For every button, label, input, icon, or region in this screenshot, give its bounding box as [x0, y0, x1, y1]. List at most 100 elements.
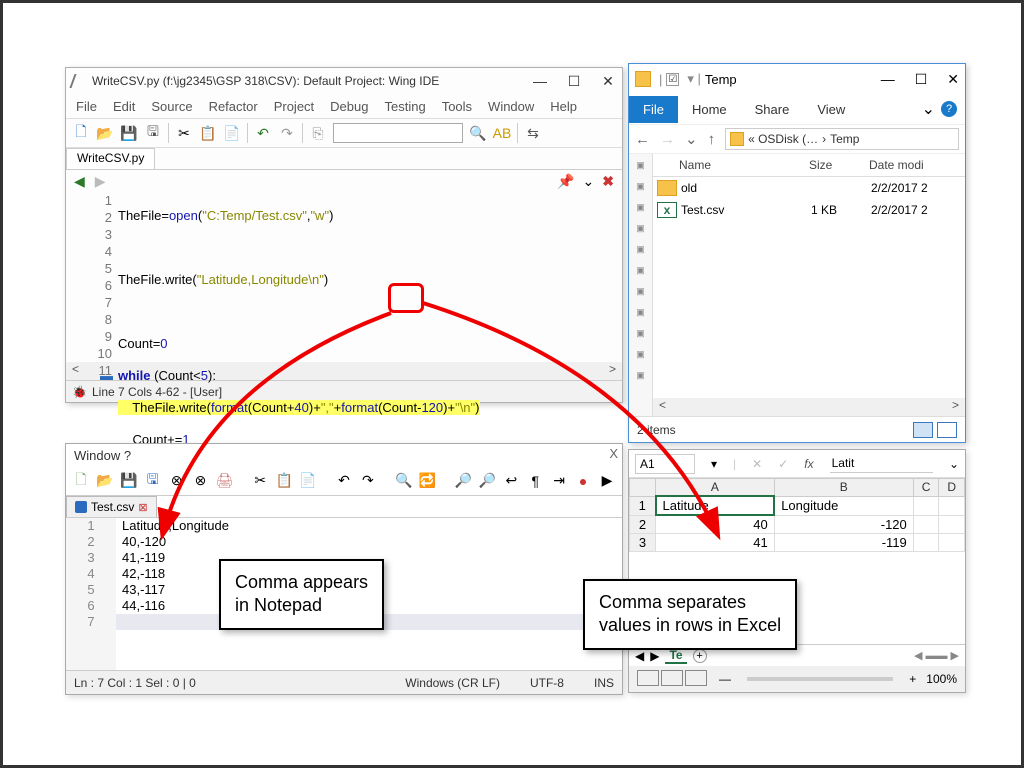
sheet-tab[interactable]: Te: [665, 648, 686, 664]
open-file-icon[interactable]: 📂: [96, 124, 114, 142]
explorer-hscroll[interactable]: <>: [653, 398, 965, 416]
nav-recent-icon[interactable]: ⌄: [685, 130, 698, 148]
close-all-icon[interactable]: ⊗: [192, 472, 210, 490]
save-icon[interactable]: 💾: [120, 124, 138, 142]
cell-ref[interactable]: A1: [635, 454, 695, 474]
zoom-slider[interactable]: [747, 677, 893, 681]
list-header[interactable]: Name Size Date modi: [653, 154, 965, 177]
close-tab-icon[interactable]: ⊠: [138, 501, 147, 514]
col-size[interactable]: Size: [803, 154, 863, 176]
copy-icon[interactable]: 📋: [199, 124, 217, 142]
dropdown-icon[interactable]: ☑: [666, 73, 679, 86]
nav-back-icon[interactable]: ◀: [74, 173, 85, 190]
maximize-button[interactable]: ☐: [566, 73, 582, 89]
menu-testing[interactable]: Testing: [384, 99, 425, 114]
record-macro-icon[interactable]: ●: [574, 472, 592, 490]
menu-tools[interactable]: Tools: [442, 99, 472, 114]
chevron-down-icon[interactable]: ⌄: [922, 99, 935, 119]
wrap-icon[interactable]: ↩: [502, 472, 520, 490]
list-item[interactable]: x Test.csv 1 KB 2/2/2017 2: [653, 199, 965, 221]
new-sheet-icon[interactable]: +: [693, 649, 707, 663]
close-button[interactable]: ✕: [947, 71, 959, 88]
explorer-tree[interactable]: ▣▣▣▣▣▣▣▣▣▣▣: [629, 154, 653, 416]
col-date[interactable]: Date modi: [863, 154, 965, 176]
undo-icon[interactable]: ↶: [254, 124, 272, 142]
cancel-formula-icon[interactable]: ✕: [752, 457, 762, 471]
enter-formula-icon[interactable]: ✓: [778, 457, 788, 471]
paste-icon[interactable]: 📄: [299, 472, 317, 490]
expand-icon[interactable]: ⌄: [949, 457, 959, 471]
close-button[interactable]: ✕: [600, 73, 616, 89]
new-file-icon[interactable]: 🗋: [72, 472, 90, 490]
settings-icon[interactable]: ⇆: [524, 124, 542, 142]
menu-edit[interactable]: Edit: [113, 99, 135, 114]
dropdown-icon[interactable]: ▾: [711, 457, 717, 471]
goto-icon[interactable]: ⎘: [309, 124, 327, 142]
replace-icon[interactable]: 🔁: [419, 472, 437, 490]
minimize-button[interactable]: —: [881, 71, 895, 88]
paste-icon[interactable]: 📄: [223, 124, 241, 142]
play-macro-icon[interactable]: ▶: [598, 472, 616, 490]
minimize-button[interactable]: —: [532, 73, 548, 89]
ribbon-home[interactable]: Home: [678, 96, 741, 123]
menu-window[interactable]: Window: [488, 99, 534, 114]
menu-debug[interactable]: Debug: [330, 99, 368, 114]
help-icon[interactable]: ?: [941, 101, 957, 117]
tiles-view-icon[interactable]: [937, 422, 957, 438]
save-all-icon[interactable]: 🖫: [144, 472, 162, 490]
ribbon-view[interactable]: View: [803, 96, 859, 123]
ribbon-file[interactable]: File: [629, 96, 678, 123]
details-view-icon[interactable]: [913, 422, 933, 438]
search-input[interactable]: [333, 123, 463, 143]
save-all-icon[interactable]: 🖫: [144, 124, 162, 142]
save-icon[interactable]: 💾: [120, 472, 138, 490]
wing-code-editor[interactable]: 1234567891011 TheFile=open("C:Temp/Test.…: [66, 192, 622, 362]
show-chars-icon[interactable]: ¶: [526, 472, 544, 490]
menu-project[interactable]: Project: [274, 99, 314, 114]
nav-up-icon[interactable]: ↑: [708, 131, 716, 148]
menu-file[interactable]: File: [76, 99, 97, 114]
nav-fwd-icon[interactable]: ▶: [95, 173, 106, 190]
zoom-in-icon[interactable]: 🔎: [455, 472, 473, 490]
zoom-out-icon[interactable]: 🔎: [478, 472, 496, 490]
undo-icon[interactable]: ↶: [335, 472, 353, 490]
find-replace-icon[interactable]: AB: [493, 124, 511, 142]
pushpin-icon[interactable]: 📌: [557, 173, 574, 190]
cut-icon[interactable]: ✂: [175, 124, 193, 142]
close-tab-icon[interactable]: ✖: [602, 173, 614, 190]
bug-icon[interactable]: 🐞: [72, 385, 86, 399]
nav-fwd-icon[interactable]: →: [660, 131, 675, 148]
file-tab[interactable]: Test.csv ⊠: [66, 496, 157, 517]
close-button[interactable]: X: [609, 446, 618, 461]
open-file-icon[interactable]: 📂: [96, 472, 114, 490]
print-icon[interactable]: 🖨: [215, 472, 233, 490]
copy-icon[interactable]: 📋: [275, 472, 293, 490]
redo-icon[interactable]: ↷: [359, 472, 377, 490]
fx-icon[interactable]: fx: [804, 457, 813, 471]
close-file-icon[interactable]: ⊗: [168, 472, 186, 490]
search-icon[interactable]: 🔍: [469, 124, 487, 142]
editor-tab[interactable]: WriteCSV.py: [66, 148, 155, 169]
cut-icon[interactable]: ✂: [251, 472, 269, 490]
formula-value[interactable]: Latit: [830, 454, 933, 473]
ribbon-share[interactable]: Share: [741, 96, 804, 123]
wing-source[interactable]: TheFile=open("C:Temp/Test.csv","w") TheF…: [118, 192, 622, 362]
address-bar[interactable]: « OSDisk (…› Temp: [725, 128, 959, 150]
zoom-level[interactable]: 100%: [926, 672, 957, 686]
scroll-right-icon[interactable]: ▶: [650, 649, 659, 663]
indent-icon[interactable]: ⇥: [550, 472, 568, 490]
menu-source[interactable]: Source: [151, 99, 192, 114]
view-switcher[interactable]: [637, 670, 709, 689]
chevron-down-icon[interactable]: ⌄: [583, 173, 595, 190]
new-file-icon[interactable]: 🗋: [72, 124, 90, 142]
col-name[interactable]: Name: [673, 154, 803, 176]
scroll-left-icon[interactable]: ◀: [635, 649, 644, 663]
redo-icon[interactable]: ↷: [278, 124, 296, 142]
menu-help[interactable]: Help: [550, 99, 577, 114]
maximize-button[interactable]: ☐: [915, 71, 928, 88]
find-icon[interactable]: 🔍: [395, 472, 413, 490]
menu-refactor[interactable]: Refactor: [209, 99, 258, 114]
nav-back-icon[interactable]: ←: [635, 131, 650, 148]
npp-menu-bar[interactable]: Window ?: [66, 444, 622, 466]
list-item[interactable]: old 2/2/2017 2: [653, 177, 965, 199]
